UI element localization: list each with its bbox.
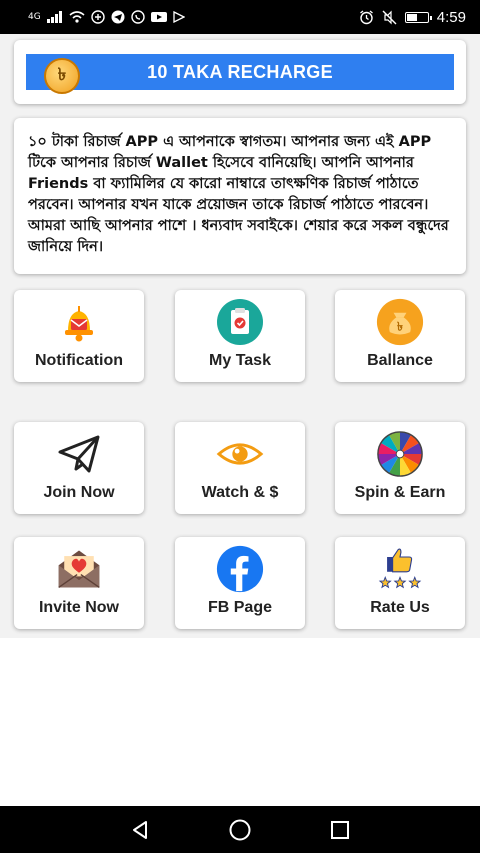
watch-earn-button[interactable]: Watch & $ xyxy=(175,422,305,514)
facebook-icon xyxy=(216,545,264,593)
fb-page-button[interactable]: FB Page xyxy=(175,537,305,629)
signal-icon xyxy=(46,11,62,23)
home-circle-icon xyxy=(229,819,251,840)
notification-label: Notification xyxy=(35,352,123,369)
youtube-notification-icon xyxy=(150,12,167,22)
spin-wheel-hub xyxy=(395,449,405,459)
star-icon xyxy=(393,576,407,589)
add-circle-icon xyxy=(91,10,105,24)
love-letter-icon xyxy=(55,545,103,593)
coin-icon: ৳ xyxy=(44,58,80,94)
my-task-label: My Task xyxy=(209,352,271,369)
star-icon xyxy=(408,576,422,589)
header-bar: ৳ 10 TAKA RECHARGE xyxy=(26,54,454,94)
svg-text:৳: ৳ xyxy=(397,319,403,333)
status-right: 4:59 xyxy=(359,9,466,26)
app-content: ৳ 10 TAKA RECHARGE ১০ টাকা রিচার্জ APP এ… xyxy=(0,34,480,638)
battery-icon xyxy=(404,11,432,23)
back-button[interactable] xyxy=(120,810,160,850)
status-bar: 4G 4:59 xyxy=(0,0,480,34)
rate-us-label: Rate Us xyxy=(370,599,430,616)
clock: 4:59 xyxy=(436,8,466,26)
wifi-icon xyxy=(69,11,85,23)
join-now-button[interactable]: Join Now xyxy=(14,422,144,514)
navigation-bar xyxy=(0,806,480,853)
paper-plane-icon xyxy=(55,430,103,478)
ballance-label: Ballance xyxy=(367,352,433,369)
rate-us-button[interactable]: Rate Us xyxy=(335,537,465,629)
telegram-notification-icon xyxy=(111,10,125,24)
header-card: ৳ 10 TAKA RECHARGE xyxy=(14,40,466,104)
spin-wheel-icon xyxy=(376,430,424,478)
recents-button[interactable] xyxy=(320,810,360,850)
network-label: 4G xyxy=(28,11,41,22)
fb-page-label: FB Page xyxy=(207,599,272,616)
empty-area xyxy=(0,638,480,806)
spin-earn-button[interactable]: Spin & Earn xyxy=(335,422,465,514)
recents-square-icon xyxy=(331,820,349,839)
star-icon xyxy=(378,576,392,589)
task-clipboard-icon xyxy=(216,298,264,346)
play-store-notification-icon xyxy=(173,11,185,23)
bell-icon xyxy=(55,298,103,346)
coin-symbol: ৳ xyxy=(57,65,67,85)
money-bag-icon: ৳ xyxy=(376,298,424,346)
status-left: 4G xyxy=(28,10,185,24)
alarm-icon xyxy=(359,9,373,24)
home-button[interactable] xyxy=(220,810,260,850)
thumbs-up-stars-icon xyxy=(376,545,424,593)
welcome-message-card: ১০ টাকা রিচার্জ APP এ আপনাকে স্বাগতম। আপ… xyxy=(14,118,466,274)
invite-now-label: Invite Now xyxy=(38,599,119,616)
join-now-label: Join Now xyxy=(43,484,115,501)
notification-button[interactable]: Notification xyxy=(14,290,144,382)
my-task-button[interactable]: My Task xyxy=(175,290,305,382)
welcome-message: ১০ টাকা রিচার্জ APP এ আপনাকে স্বাগতম। আপ… xyxy=(28,134,449,255)
ballance-button[interactable]: ৳ Ballance xyxy=(335,290,465,382)
spin-earn-label: Spin & Earn xyxy=(354,484,446,501)
battery-fill xyxy=(406,13,417,21)
app-title: 10 TAKA RECHARGE xyxy=(147,61,333,82)
eye-icon xyxy=(216,430,264,478)
back-triangle-icon xyxy=(133,820,147,839)
mute-icon xyxy=(382,10,397,24)
whatsapp-notification-icon xyxy=(131,10,145,24)
watch-earn-label: Watch & $ xyxy=(201,484,279,501)
invite-now-button[interactable]: Invite Now xyxy=(14,537,144,629)
